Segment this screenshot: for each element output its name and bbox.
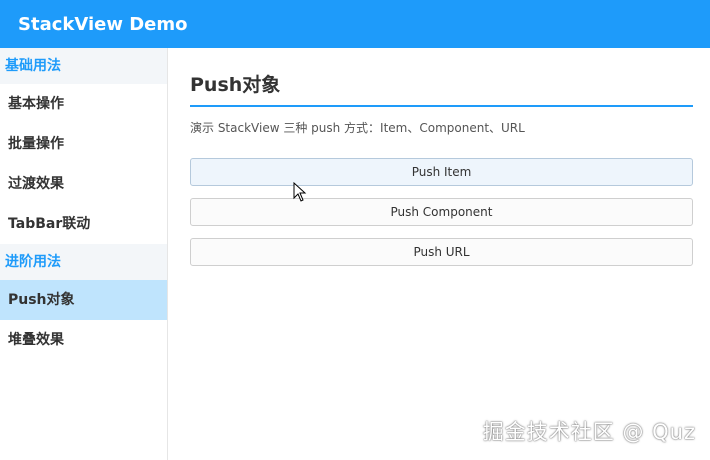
app-header: StackView Demo <box>0 0 710 48</box>
push-component-button[interactable]: Push Component <box>190 198 693 226</box>
page-title: Push对象 <box>190 70 693 107</box>
sidebar-item-push-object[interactable]: Push对象 <box>0 280 167 320</box>
page-description: 演示 StackView 三种 push 方式：Item、Component、U… <box>190 121 525 135</box>
sidebar-item-stack-effect[interactable]: 堆叠效果 <box>0 320 167 360</box>
sidebar-group-basic: 基础用法 <box>0 48 167 84</box>
app-title: StackView Demo <box>18 13 188 35</box>
mouse-cursor-icon <box>293 182 307 202</box>
watermark: 掘金技术社区 @ Quz <box>482 420 696 444</box>
sidebar-group-advanced: 进阶用法 <box>0 244 167 280</box>
button-list: Push Item Push Component Push URL <box>190 158 693 266</box>
sidebar-item-basic-ops[interactable]: 基本操作 <box>0 84 167 124</box>
push-url-button[interactable]: Push URL <box>190 238 693 266</box>
sidebar: 基础用法 基本操作 批量操作 过渡效果 TabBar联动 进阶用法 Push对象… <box>0 48 168 460</box>
main-content: Push对象 演示 StackView 三种 push 方式：Item、Comp… <box>190 48 693 278</box>
sidebar-item-tabbar[interactable]: TabBar联动 <box>0 204 167 244</box>
sidebar-item-batch-ops[interactable]: 批量操作 <box>0 124 167 164</box>
push-item-button[interactable]: Push Item <box>190 158 693 186</box>
sidebar-item-transition[interactable]: 过渡效果 <box>0 164 167 204</box>
